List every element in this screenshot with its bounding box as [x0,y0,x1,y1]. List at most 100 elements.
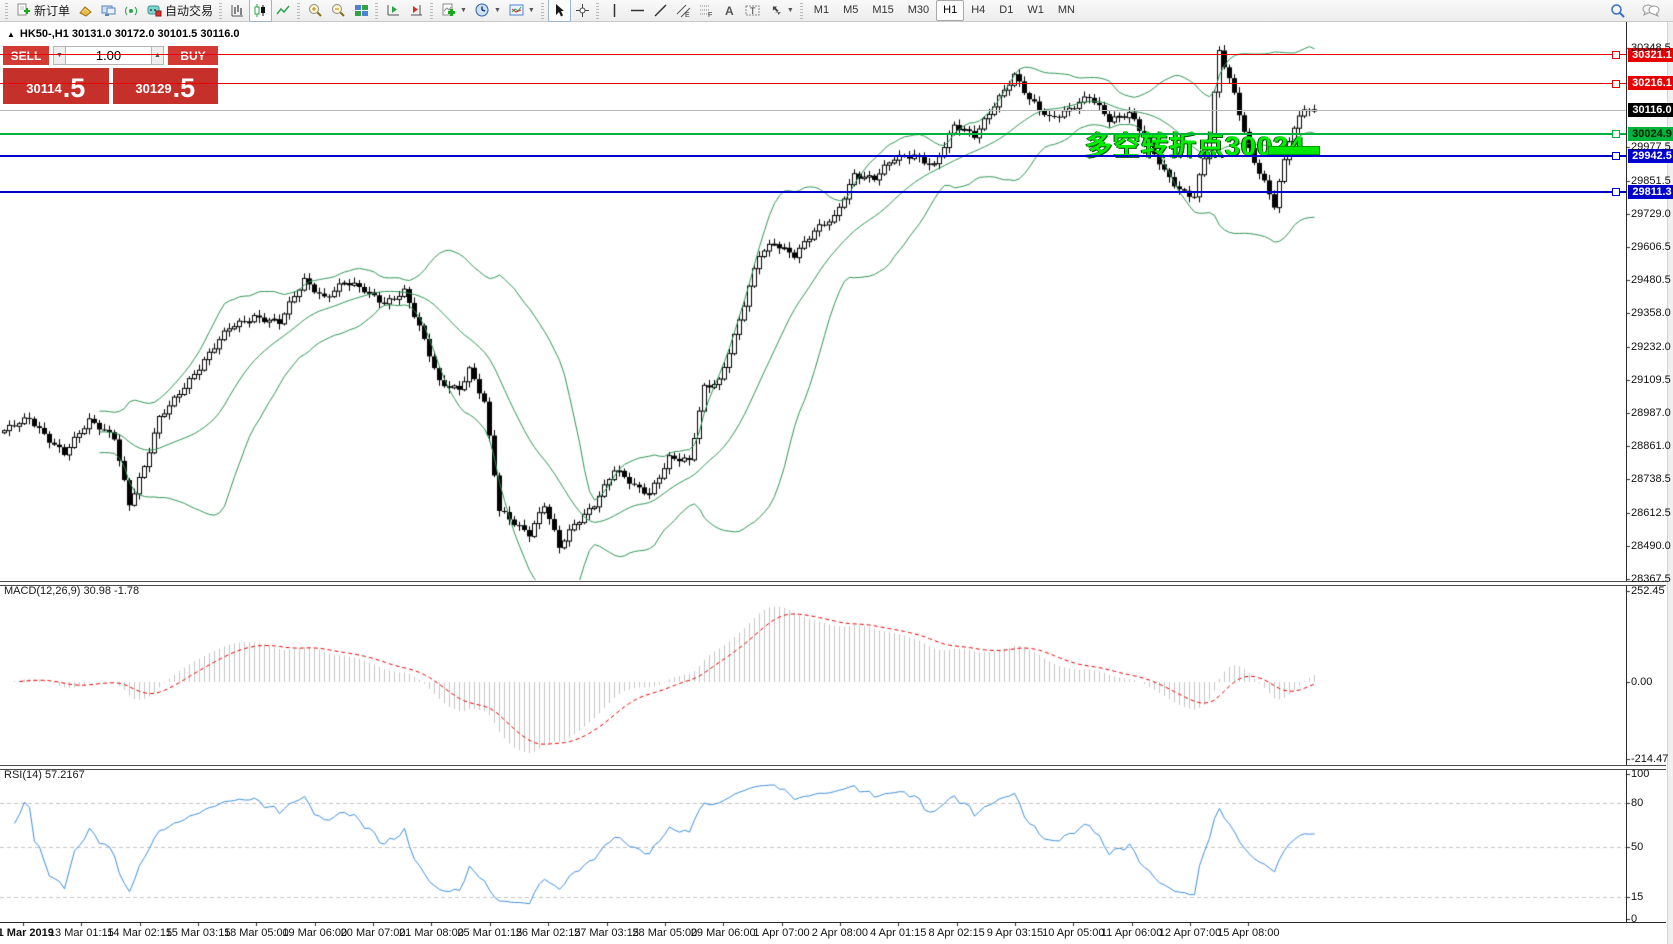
timeframe-h4-button[interactable]: H4 [964,0,992,21]
zoom-out-button[interactable] [327,0,350,22]
chevron-down-icon[interactable]: ▼ [460,7,467,14]
timeframe-m1-button[interactable]: M1 [807,0,836,21]
buy-price-display[interactable]: 30129.5 [113,68,219,104]
horizontal-level-line-29811.3[interactable] [0,191,1626,193]
candlestick-chart-button[interactable] [249,0,272,22]
search-button[interactable] [1606,0,1630,22]
price-axis-tick: 29729.0 [1631,208,1671,220]
rsi-axis-tick: 50 [1631,841,1643,853]
arrows-button[interactable]: ▼ [764,0,798,22]
timeframe-h1-button[interactable]: H1 [936,0,964,21]
price-chart-canvas[interactable] [0,22,1673,944]
horizontal-level-line-29942.5[interactable] [0,155,1626,157]
volume-decrease-button[interactable]: ▼ [53,46,66,65]
volume-increase-button[interactable]: ▲ [151,46,164,65]
timeframe-w1-button[interactable]: W1 [1020,0,1051,21]
toolbar-grip[interactable] [297,3,300,19]
fibonacci-button[interactable]: F [695,0,718,22]
toolbar-grip[interactable] [430,3,433,19]
time-axis-line [0,922,1666,923]
tile-windows-icon [354,3,369,18]
toolbar-right-icons [1606,0,1670,22]
text-button[interactable]: A [718,0,741,22]
chevron-down-icon[interactable]: ▼ [494,7,501,14]
price-line-badge-30216.1: 30216.1 [1628,76,1673,90]
bar-chart-button[interactable] [226,0,249,22]
chart-shift-button[interactable] [405,0,428,22]
text-label-button[interactable]: T [741,0,764,22]
toolbar-grip[interactable] [375,3,378,19]
tile-windows-button[interactable] [350,0,373,22]
signals-icon [124,3,139,18]
time-axis-label: 10 Apr 05:00 [1042,927,1104,939]
crosshair-button[interactable] [571,0,594,22]
new-chart-button[interactable]: ▼ [437,0,471,22]
toolbar-grip[interactable] [596,3,599,19]
new-chart-icon [441,3,456,18]
horizontal-level-line-30216.1[interactable] [0,83,1626,84]
timeframe-m30-button[interactable]: M30 [901,0,936,21]
timeframe-m15-button[interactable]: M15 [865,0,900,21]
vertical-line-button[interactable] [603,0,626,22]
autotrading-button[interactable]: 自动交易 [143,0,217,22]
toolbar-grip[interactable] [219,3,222,19]
sell-price-frac: .5 [63,75,86,102]
chat-button[interactable] [1638,0,1664,22]
toolbar-grip[interactable] [5,3,8,19]
new-order-icon [16,3,31,18]
buy-button[interactable]: BUY [168,46,218,65]
timeframe-m5-button[interactable]: M5 [836,0,865,21]
chevron-down-icon[interactable]: ▼ [528,7,535,14]
line-handle[interactable] [1612,188,1620,196]
price-axis-tick: 29480.5 [1631,274,1671,286]
cursor-button[interactable] [548,0,571,22]
periods-button[interactable]: ▼ [471,0,505,22]
templates-icon [509,3,524,18]
time-axis-label: 29 Mar 06:00 [691,927,756,939]
main-toolbar: 新订单 自动交易 ▼ ▼ ▼ EFAT ▼ M1M5M15M30H1H4D1W1MN [0,0,1673,22]
sell-button[interactable]: SELL [3,46,49,65]
zoom-in-button[interactable] [304,0,327,22]
chevron-down-icon[interactable]: ▼ [787,7,794,14]
signals-button[interactable] [120,0,143,22]
svg-text:E: E [685,12,690,18]
sell-price-display[interactable]: 30114.5 [3,68,109,104]
new-order-label: 新订单 [34,2,70,19]
price-axis-line [1626,22,1627,923]
main-macd-separator[interactable] [0,581,1666,586]
toolbar-grip[interactable] [800,3,803,19]
buy-price-main: 30129 [135,76,171,102]
price-axis-tick: 29232.0 [1631,341,1671,353]
auto-scroll-button[interactable] [382,0,405,22]
line-handle[interactable] [1612,152,1620,160]
timeframe-mn-button[interactable]: MN [1051,0,1082,21]
price-line-badge-30024.9: 30024.9 [1628,127,1673,141]
horizontal-level-line-30024.9[interactable] [0,133,1626,135]
rsi-axis-tick: 15 [1631,891,1643,903]
sell-price-main: 30114 [26,76,61,102]
market-watch-button[interactable] [74,0,97,22]
line-handle[interactable] [1612,130,1620,138]
time-axis-label: 2 Apr 08:00 [812,927,868,939]
new-order-button[interactable]: 新订单 [12,0,74,22]
horizontal-line-button[interactable] [626,0,649,22]
toolbar-grip[interactable] [541,3,544,19]
volume-input[interactable]: 1.00 [66,46,151,65]
time-axis-label: 4 Apr 01:15 [870,927,926,939]
trendline-button[interactable] [649,0,672,22]
timeframe-d1-button[interactable]: D1 [992,0,1020,21]
time-axis-label: 11 Apr 06:00 [1101,927,1163,939]
templates-button[interactable]: ▼ [505,0,539,22]
terminal-button[interactable] [97,0,120,22]
panel-collapse-arrow[interactable]: ▲ [7,30,15,39]
equidistant-channel-button[interactable]: E [672,0,695,22]
macd-rsi-separator[interactable] [0,765,1666,770]
line-handle[interactable] [1612,51,1620,59]
channel-icon: E [676,3,691,18]
line-handle[interactable] [1612,80,1620,88]
horizontal-level-line-30321.1[interactable] [0,54,1626,55]
line-chart-button[interactable] [272,0,295,22]
annotation-highlight-bar[interactable] [1268,146,1320,155]
time-axis-label: 25 Mar 01:15 [457,927,522,939]
current-price-badge: 30116.0 [1628,103,1673,117]
